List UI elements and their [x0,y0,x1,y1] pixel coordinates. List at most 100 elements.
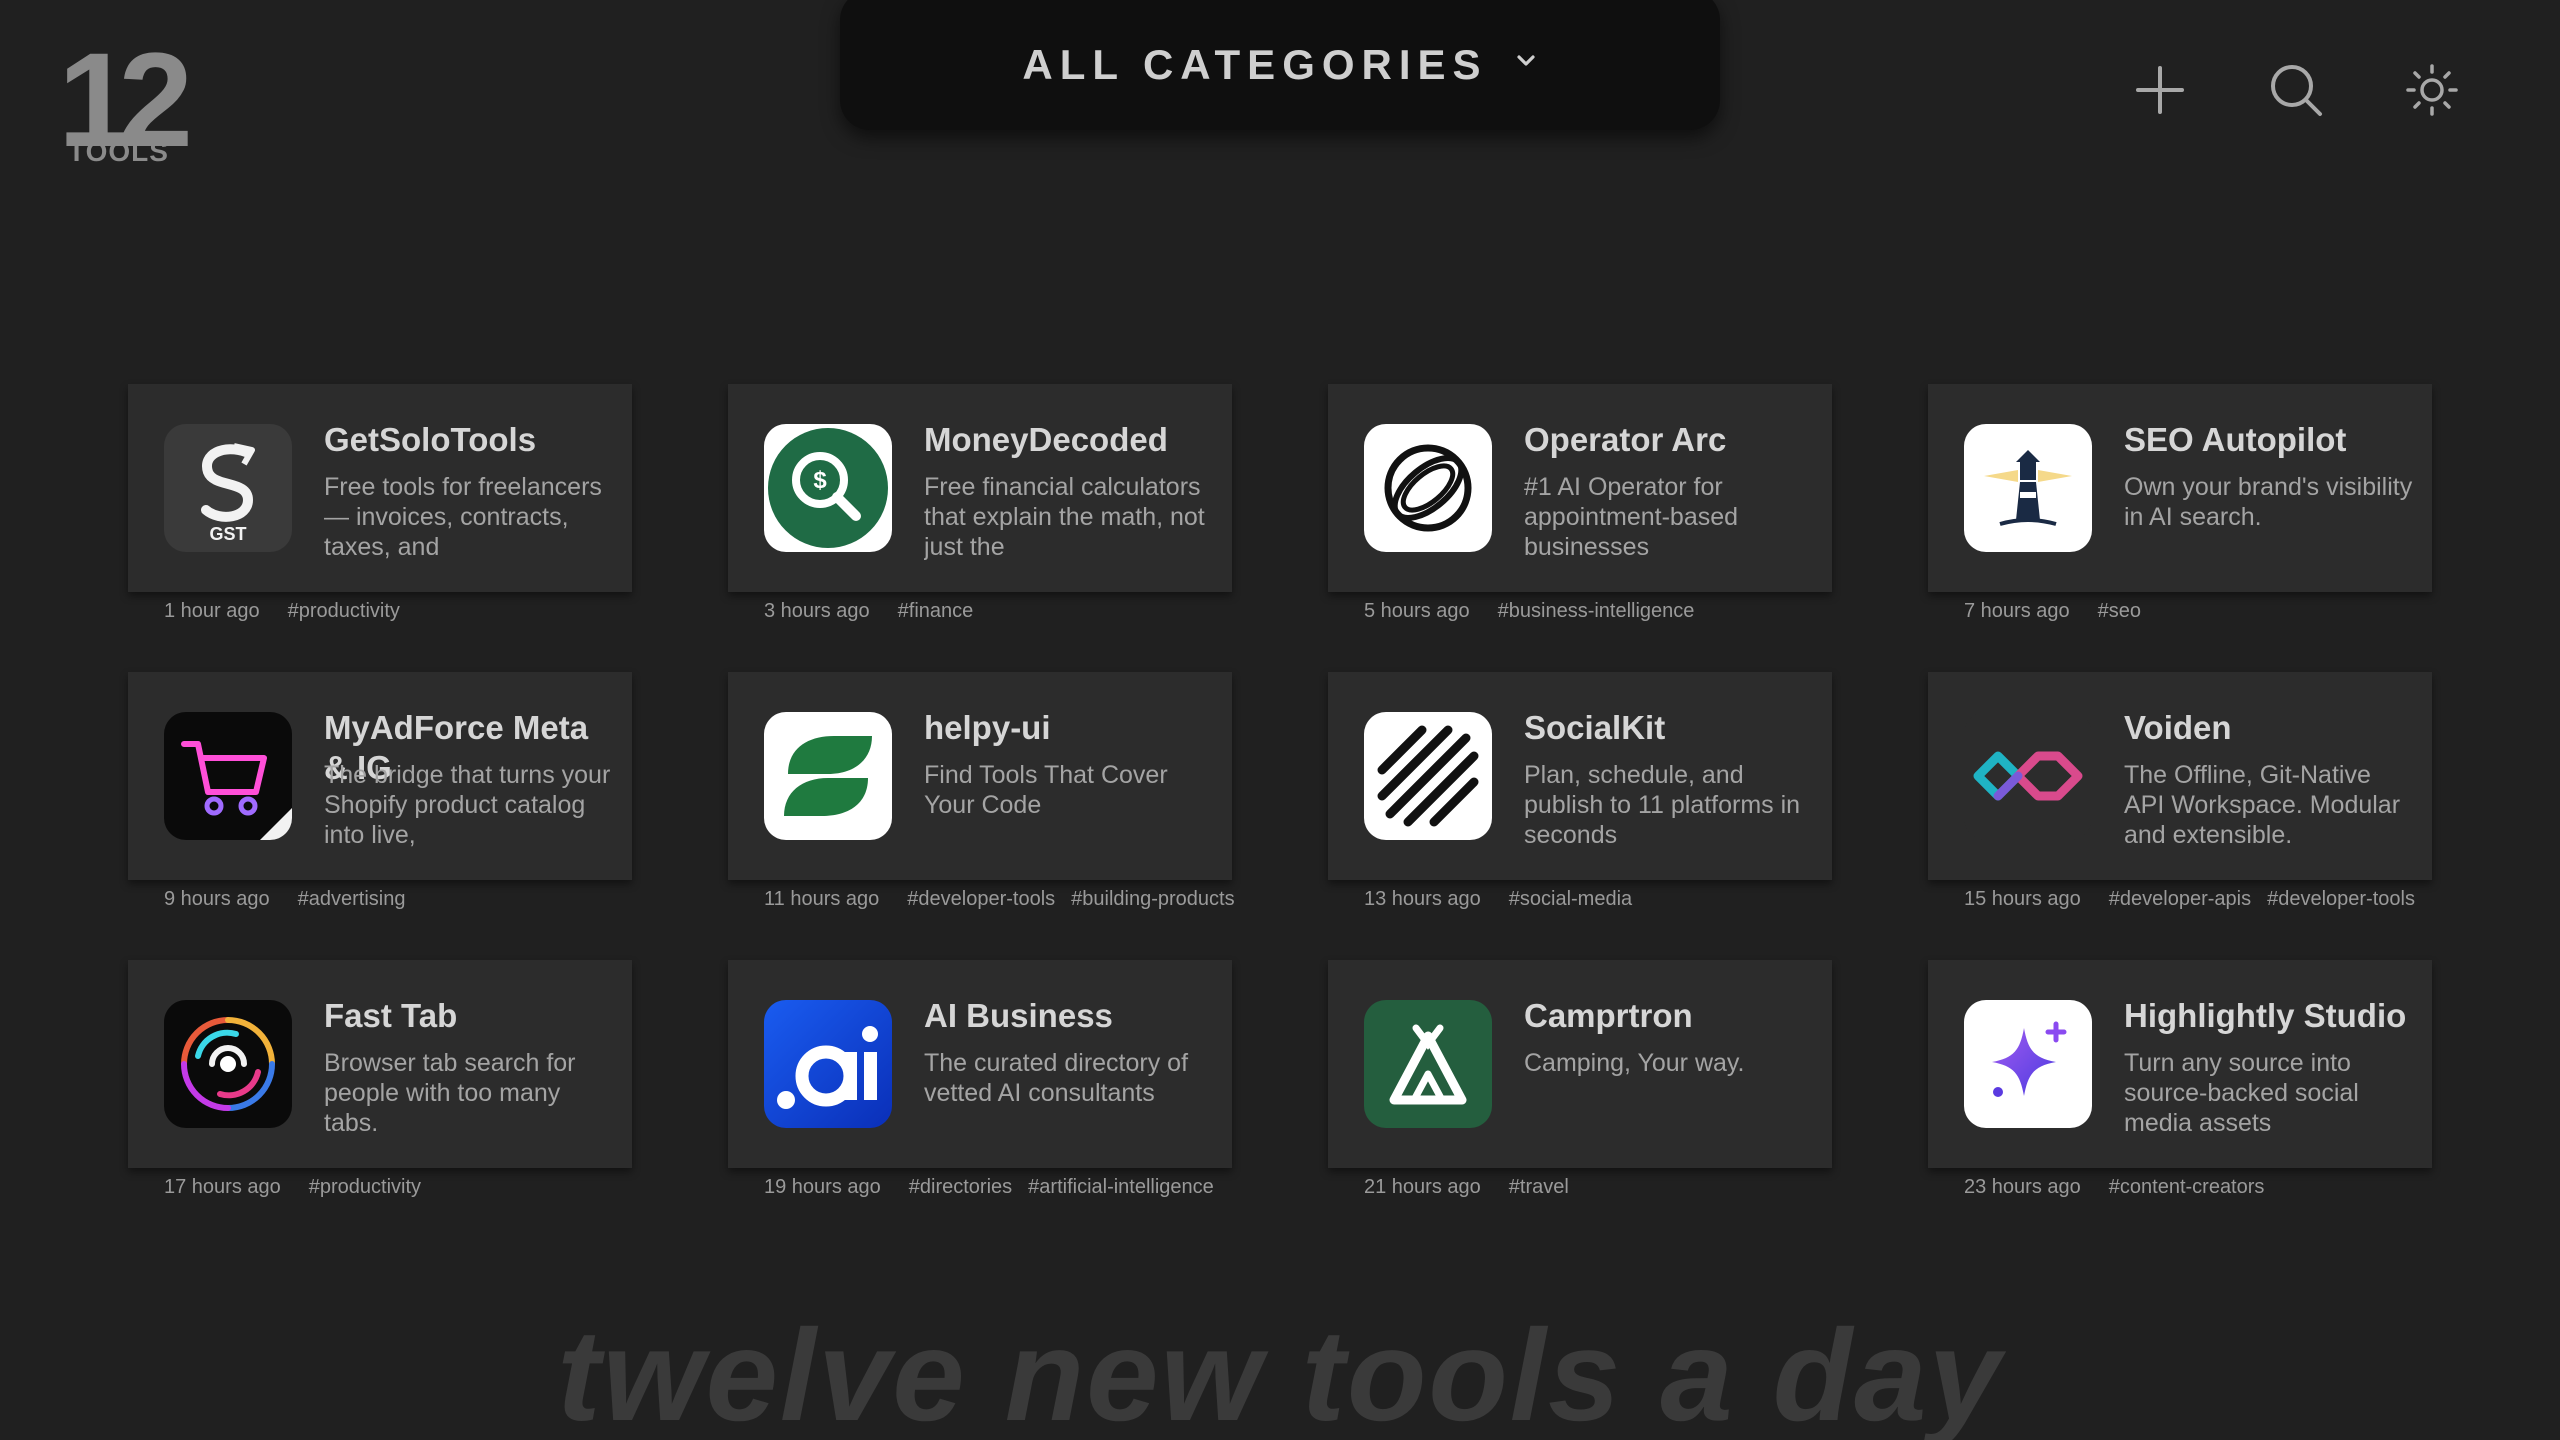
tool-tag[interactable]: #content-creators [2109,1176,2265,1199]
tool-meta: 7 hours ago #seo [1964,596,2141,626]
tool-meta: 1 hour ago #productivity [164,596,400,626]
tool-tag[interactable]: #seo [2098,600,2141,623]
tool-time: 11 hours ago [764,887,880,910]
page: 12 TOOLS ALL CATEGORIES GST GetSoloTools… [0,0,2560,1440]
tool-time: 15 hours ago [1964,887,2081,910]
add-button[interactable] [2130,60,2190,120]
tool-title: Highlightly Studio [2124,997,2407,1034]
tool-description: Plan, schedule, and publish to 11 platfo… [1524,761,1801,849]
tool-description: Find Tools That Cover Your Code [924,761,1168,819]
search-button[interactable] [2266,60,2326,120]
tool-meta: 15 hours ago #developer-apis #developer-… [1964,884,2415,914]
stripes-icon [1364,712,1492,840]
tool-card-body[interactable]: Highlightly Studio Turn any source into … [1928,960,2432,1168]
tool-card: SocialKit Plan, schedule, and publish to… [1328,672,1832,922]
tool-card-body[interactable]: Operator Arc #1 AI Operator for appointm… [1328,384,1832,592]
category-selector[interactable]: ALL CATEGORIES [840,0,1720,130]
tool-card: Fast Tab Browser tab search for people w… [128,960,632,1210]
tool-time: 23 hours ago [1964,1175,2081,1198]
tool-title: Operator Arc [1524,421,1727,458]
tool-meta: 17 hours ago #productivity [164,1172,421,1202]
tool-card-body[interactable]: Voiden The Offline, Git-Native API Works… [1928,672,2432,880]
tool-card: Voiden The Offline, Git-Native API Works… [1928,672,2432,922]
tool-tag[interactable]: #artificial-intelligence [1028,1176,1214,1199]
tool-description: Free tools for freelancers — invoices, c… [324,473,602,561]
tool-meta: 23 hours ago #content-creators [1964,1172,2264,1202]
tool-tag[interactable]: #advertising [298,888,406,911]
gst-icon: GST [164,424,292,552]
tool-card: SEO Autopilot Own your brand's visibilit… [1928,384,2432,634]
tool-tag[interactable]: #finance [898,600,974,623]
tool-time: 1 hour ago [164,599,260,622]
tool-time: 9 hours ago [164,887,270,910]
tool-time: 13 hours ago [1364,887,1481,910]
tool-meta: 3 hours ago #finance [764,596,973,626]
theme-toggle-button[interactable] [2402,60,2462,120]
tool-description: The curated directory of vetted AI consu… [924,1049,1189,1107]
tool-card: MyAdForce Meta & IG The bridge that turn… [128,672,632,922]
tool-title: SocialKit [1524,709,1666,746]
tool-meta: 5 hours ago #business-intelligence [1364,596,1694,626]
tool-tag[interactable]: #travel [1509,1176,1569,1199]
tool-card: GST GetSoloTools Free tools for freelanc… [128,384,632,634]
tool-title: Voiden [2124,709,2232,746]
svg-text:GST: GST [209,524,246,544]
tool-time: 3 hours ago [764,599,870,622]
tool-meta: 21 hours ago #travel [1364,1172,1569,1202]
tool-tag[interactable]: #developer-tools [2267,888,2415,911]
tool-tag[interactable]: #business-intelligence [1498,600,1695,623]
tool-tag[interactable]: #productivity [288,600,400,623]
tool-card: Highlightly Studio Turn any source into … [1928,960,2432,1210]
tool-card: Operator Arc #1 AI Operator for appointm… [1328,384,1832,634]
tool-card-body[interactable]: $ MoneyDecoded Free financial calculator… [728,384,1232,592]
tool-description: Free financial calculators that explain … [924,473,1205,561]
tool-description: #1 AI Operator for appointment-based bus… [1524,473,1739,561]
tool-title: SEO Autopilot [2124,421,2347,458]
tool-title: helpy-ui [924,709,1051,746]
tool-tag[interactable]: #building-products [1071,888,1234,911]
tool-time: 5 hours ago [1364,599,1470,622]
tool-title: GetSoloTools [324,421,537,458]
site-logo[interactable]: 12 TOOLS [58,34,193,168]
tool-time: 19 hours ago [764,1175,881,1198]
cart-icon [164,712,292,840]
plus-icon [2136,66,2184,114]
lighthouse-icon [1964,424,2092,552]
tool-tag[interactable]: #productivity [309,1176,421,1199]
tool-meta: 13 hours ago #social-media [1364,884,1632,914]
tool-title: AI Business [924,997,1113,1034]
tool-card: $ MoneyDecoded Free financial calculator… [728,384,1232,634]
tool-card: Camprtron Camping, Your way. 21 hours ag… [1328,960,1832,1210]
svg-text:$: $ [813,467,827,494]
tool-meta: 11 hours ago #developer-tools #building-… [764,884,1235,914]
tool-card-body[interactable]: GST GetSoloTools Free tools for freelanc… [128,384,632,592]
tent-icon [1364,1000,1492,1128]
chevron-down-icon [1514,49,1538,73]
tool-description: Browser tab search for people with too m… [324,1049,576,1137]
tool-meta: 9 hours ago #advertising [164,884,405,914]
tool-card-body[interactable]: MyAdForce Meta & IG The bridge that turn… [128,672,632,880]
tool-tag[interactable]: #developer-apis [2109,888,2251,911]
logo-word: TOOLS [68,136,169,167]
leaf-icon [764,712,892,840]
tool-card-body[interactable]: Fast Tab Browser tab search for people w… [128,960,632,1168]
tool-description: Own your brand's visibility in AI search… [2124,473,2413,531]
tool-time: 17 hours ago [164,1175,281,1198]
tool-card-body[interactable]: Camprtron Camping, Your way. [1328,960,1832,1168]
sparkle-icon [1964,1000,2092,1128]
tool-tag[interactable]: #directories [909,1176,1012,1199]
orbit-icon [1364,424,1492,552]
tool-card-body[interactable]: AI Business The curated directory of vet… [728,960,1232,1168]
tool-title: MoneyDecoded [924,421,1168,458]
tool-title: MyAdForce Meta & IG [324,709,589,786]
swirl-icon [164,1000,292,1128]
tool-tag[interactable]: #social-media [1509,888,1632,911]
tool-description: The bridge that turns your Shopify produ… [324,761,611,849]
tool-description: The Offline, Git-Native API Workspace. M… [2124,761,2401,849]
tool-meta: 19 hours ago #directories #artificial-in… [764,1172,1214,1202]
tool-card-body[interactable]: SocialKit Plan, schedule, and publish to… [1328,672,1832,880]
tool-tag[interactable]: #developer-tools [907,888,1055,911]
infinity-icon [1964,712,2092,840]
tool-card-body[interactable]: SEO Autopilot Own your brand's visibilit… [1928,384,2432,592]
tool-card-body[interactable]: helpy-ui Find Tools That Cover Your Code [728,672,1232,880]
